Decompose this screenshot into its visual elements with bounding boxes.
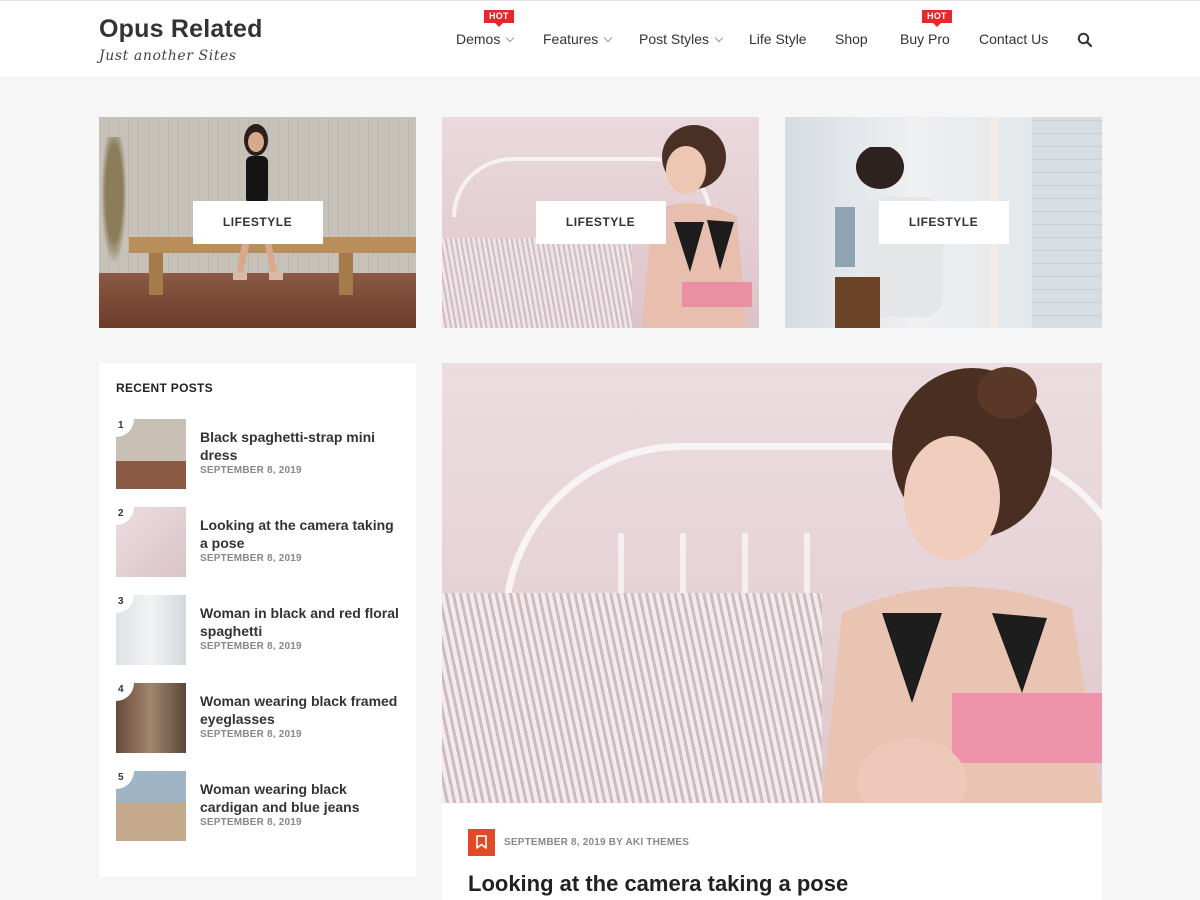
chevron-down-icon	[604, 33, 613, 43]
search-icon[interactable]	[1077, 32, 1093, 48]
bookmark-icon[interactable]	[468, 829, 495, 856]
nav-item-label: Features	[543, 31, 599, 47]
post-date: SEPTEMBER 8, 2019	[200, 553, 302, 564]
article-card: SEPTEMBER 8, 2019 BY AKI THEMES Looking …	[442, 803, 1102, 900]
list-item[interactable]: 1 Black spaghetti-strap mini dress SEPTE…	[116, 419, 406, 491]
recent-posts-widget: RECENT POSTS 1 Black spaghetti-strap min…	[99, 363, 416, 877]
post-date: SEPTEMBER 8, 2019	[200, 729, 302, 740]
main-post-image[interactable]	[442, 363, 1102, 803]
nav-item-life-style[interactable]: Life Style	[749, 31, 807, 47]
category-label[interactable]: LIFESTYLE	[192, 201, 323, 244]
post-title[interactable]: Woman wearing black framed eyeglasses	[200, 692, 405, 728]
main-nav: HOT Demos Features Post Styles Life Styl…	[0, 1, 1200, 78]
featured-card[interactable]: LIFESTYLE	[785, 117, 1102, 328]
post-meta: SEPTEMBER 8, 2019 BY AKI THEMES	[504, 837, 689, 848]
post-title[interactable]: Black spaghetti-strap mini dress	[200, 428, 405, 464]
chevron-down-icon	[714, 33, 724, 43]
post-title[interactable]: Woman wearing black cardigan and blue je…	[200, 780, 405, 816]
site-header: Opus Related Just another Sites HOT Demo…	[0, 0, 1200, 77]
list-item[interactable]: 5 Woman wearing black cardigan and blue …	[116, 771, 406, 843]
byline-label: BY	[608, 837, 623, 848]
post-author[interactable]: AKI THEMES	[626, 837, 690, 848]
category-label[interactable]: LIFESTYLE	[878, 201, 1009, 244]
hot-badge: HOT	[484, 10, 514, 27]
hot-badge: HOT	[922, 10, 952, 27]
nav-item-label: Contact Us	[979, 31, 1049, 47]
nav-item-label: Post Styles	[639, 31, 710, 47]
post-title[interactable]: Woman in black and red floral spaghetti	[200, 604, 405, 640]
post-date: SEPTEMBER 8, 2019	[200, 465, 302, 476]
nav-item-shop[interactable]: Shop	[835, 31, 868, 47]
category-label[interactable]: LIFESTYLE	[535, 201, 666, 244]
post-title[interactable]: Looking at the camera taking a pose	[200, 516, 405, 552]
nav-item-features[interactable]: Features	[543, 31, 613, 47]
chevron-down-icon	[506, 33, 515, 43]
list-item[interactable]: 2 Looking at the camera taking a pose SE…	[116, 507, 406, 579]
post-date: SEPTEMBER 8, 2019	[200, 641, 302, 652]
featured-card[interactable]: LIFESTYLE	[442, 117, 759, 328]
post-date: SEPTEMBER 8, 2019	[504, 837, 606, 848]
nav-item-label: Shop	[835, 31, 868, 47]
nav-item-label: Demos	[456, 31, 501, 47]
nav-item-label: Buy Pro	[900, 31, 950, 47]
list-item[interactable]: 3 Woman in black and red floral spaghett…	[116, 595, 406, 667]
nav-item-label: Life Style	[749, 31, 807, 47]
nav-item-demos[interactable]: Demos	[456, 31, 515, 47]
post-date: SEPTEMBER 8, 2019	[200, 817, 302, 828]
featured-card[interactable]: LIFESTYLE	[99, 117, 416, 328]
list-item[interactable]: 4 Woman wearing black framed eyeglasses …	[116, 683, 406, 755]
article-title[interactable]: Looking at the camera taking a pose	[468, 871, 848, 897]
widget-title: RECENT POSTS	[116, 381, 213, 395]
nav-item-buy-pro[interactable]: Buy Pro	[900, 31, 950, 47]
nav-item-contact-us[interactable]: Contact Us	[979, 31, 1048, 47]
nav-item-post-styles[interactable]: Post Styles	[639, 31, 724, 47]
